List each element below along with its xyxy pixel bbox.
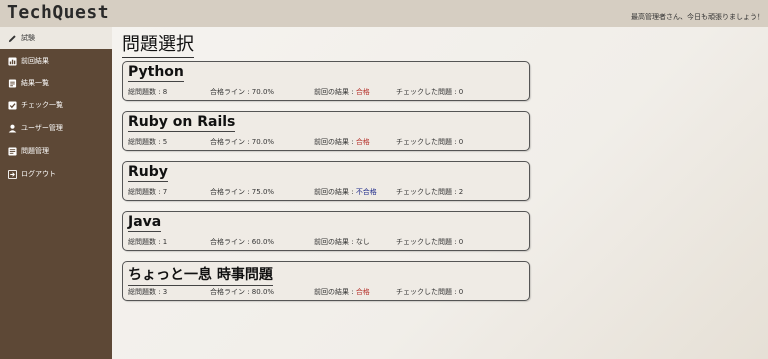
- user-icon: [8, 124, 17, 133]
- list-icon: [8, 78, 17, 88]
- sidebar-item-question-management[interactable]: 問題管理: [0, 140, 112, 162]
- sidebar-item-label: 結果一覧: [21, 79, 49, 87]
- last-result-value: 合格: [355, 138, 370, 146]
- last-result: 前回の結果 : 合格: [314, 87, 370, 97]
- last-result: 前回の結果 : 不合格: [314, 187, 377, 197]
- question-card-current-affairs[interactable]: ちょっと一息 時事問題 総問題数 : 3 合格ライン : 80.0% 前回の結果…: [122, 261, 530, 301]
- last-result-label: 前回の結果 :: [314, 238, 356, 246]
- card-title: ちょっと一息 時事問題: [128, 264, 273, 286]
- checked-questions: チェックした問題 : 0: [396, 238, 464, 246]
- pass-line: 合格ライン : 75.0%: [210, 188, 275, 196]
- sidebar-item-user-management[interactable]: ユーザー管理: [0, 117, 112, 139]
- document-icon: [8, 146, 17, 156]
- question-card-python[interactable]: Python 総問題数 : 8 合格ライン : 70.0% 前回の結果 : 合格…: [122, 61, 530, 101]
- card-title: Ruby: [128, 164, 168, 182]
- last-result: 前回の結果 : 合格: [314, 287, 370, 297]
- top-bar: TechQuest 最高管理者さん、今日も頑張りましょう！: [0, 0, 768, 27]
- last-result-label: 前回の結果 :: [314, 138, 356, 146]
- total-questions: 総問題数 : 5: [128, 138, 168, 146]
- sidebar-item-label: 試験: [21, 34, 35, 42]
- question-card-ruby-on-rails[interactable]: Ruby on Rails 総問題数 : 5 合格ライン : 70.0% 前回の…: [122, 111, 530, 151]
- sidebar-item-result-list[interactable]: 結果一覧: [0, 72, 112, 94]
- card-title: Java: [128, 214, 162, 232]
- pass-line: 合格ライン : 70.0%: [210, 88, 275, 96]
- sidebar-item-check-list[interactable]: チェック一覧: [0, 94, 112, 116]
- sidebar-item-label: ユーザー管理: [21, 124, 63, 132]
- total-questions: 総問題数 : 7: [128, 188, 168, 196]
- greeting-text: 最高管理者さん、今日も頑張りましょう！: [631, 13, 764, 21]
- last-result-value: なし: [355, 238, 370, 246]
- sidebar: 試験 前回結果 結果一覧 チェック一覧 ユーザー管理 問題管理 ログアウト: [0, 27, 112, 359]
- pass-line: 合格ライン : 70.0%: [210, 138, 275, 146]
- total-questions: 総問題数 : 3: [128, 288, 168, 296]
- sidebar-item-label: 問題管理: [21, 147, 49, 155]
- last-result: 前回の結果 : 合格: [314, 137, 370, 147]
- card-title: Ruby on Rails: [128, 114, 236, 132]
- sidebar-item-label: ログアウト: [21, 170, 56, 178]
- sidebar-item-logout[interactable]: ログアウト: [0, 163, 112, 185]
- total-questions: 総問題数 : 8: [128, 88, 168, 96]
- page-title: 問題選択: [122, 30, 194, 58]
- last-result-value: 不合格: [355, 188, 377, 196]
- checked-questions: チェックした問題 : 0: [396, 138, 464, 146]
- last-result-label: 前回の結果 :: [314, 288, 356, 296]
- last-result-label: 前回の結果 :: [314, 88, 356, 96]
- sidebar-item-exam[interactable]: 試験: [0, 27, 112, 49]
- pencil-icon: [8, 34, 17, 43]
- sidebar-item-last-result[interactable]: 前回結果: [0, 50, 112, 72]
- pass-line: 合格ライン : 80.0%: [210, 288, 275, 296]
- last-result: 前回の結果 : なし: [314, 237, 370, 247]
- checked-questions: チェックした問題 : 0: [396, 88, 464, 96]
- pass-line: 合格ライン : 60.0%: [210, 238, 275, 246]
- sidebar-item-label: チェック一覧: [21, 101, 63, 109]
- checked-questions: チェックした問題 : 2: [396, 188, 464, 196]
- total-questions: 総問題数 : 1: [128, 238, 168, 246]
- main-content: 問題選択 Python 総問題数 : 8 合格ライン : 70.0% 前回の結果…: [112, 27, 768, 359]
- checkbox-icon: [8, 100, 17, 110]
- sidebar-item-label: 前回結果: [21, 57, 49, 65]
- app-logo[interactable]: TechQuest: [7, 2, 109, 23]
- logout-icon: [8, 169, 17, 179]
- chart-icon: [8, 56, 17, 66]
- card-title: Python: [128, 64, 184, 82]
- last-result-label: 前回の結果 :: [314, 188, 356, 196]
- question-card-java[interactable]: Java 総問題数 : 1 合格ライン : 60.0% 前回の結果 : なし チ…: [122, 211, 530, 251]
- question-card-ruby[interactable]: Ruby 総問題数 : 7 合格ライン : 75.0% 前回の結果 : 不合格 …: [122, 161, 530, 201]
- checked-questions: チェックした問題 : 0: [396, 288, 464, 296]
- last-result-value: 合格: [355, 88, 370, 96]
- last-result-value: 合格: [355, 288, 370, 296]
